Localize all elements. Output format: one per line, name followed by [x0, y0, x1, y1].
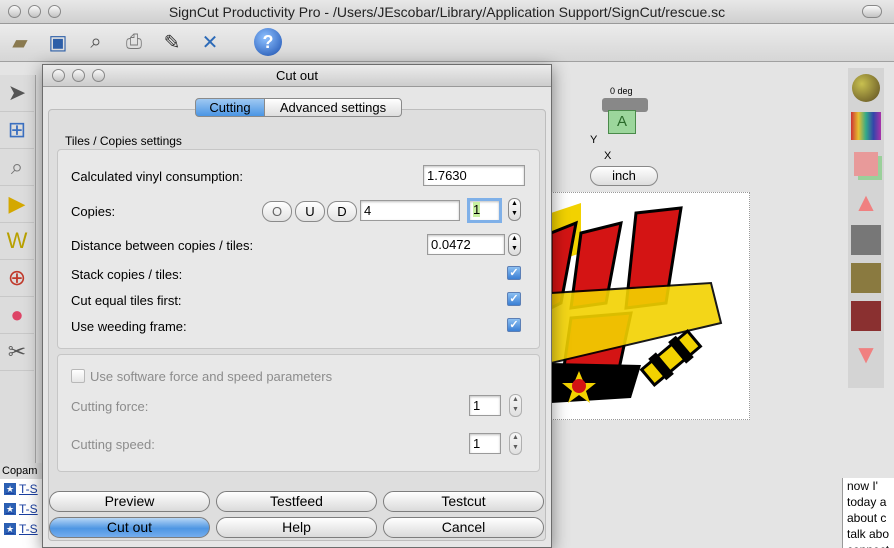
lower-panel-header: Copam — [0, 463, 44, 479]
cutting-force-field[interactable]: 1 — [469, 395, 501, 416]
list-item[interactable]: ★ T-S — [0, 479, 44, 499]
tools-icon[interactable]: ✕ — [195, 27, 225, 57]
window-titlebar: SignCut Productivity Pro - /Users/JEscob… — [0, 0, 894, 24]
cut-equal-tiles-checkbox[interactable]: ✓ — [507, 292, 521, 306]
axis-x-label: X — [604, 150, 612, 162]
star-icon: ★ — [4, 523, 16, 535]
tab-cutting[interactable]: Cutting — [195, 98, 265, 117]
list-item[interactable]: ★ T-S — [0, 519, 44, 539]
text-line: talk abo — [847, 527, 890, 541]
text-path-tool-icon[interactable]: ▶ — [0, 186, 34, 223]
stack-copies-label: Stack copies / tiles: — [71, 267, 183, 282]
cut-equal-tiles-label: Cut equal tiles first: — [71, 293, 182, 308]
right-tool-palette: ▲ ▼ — [848, 68, 884, 388]
cancel-button[interactable]: Cancel — [383, 517, 544, 538]
unit-toggle-button[interactable]: inch — [590, 166, 658, 186]
layers-icon[interactable] — [849, 146, 883, 182]
testcut-button[interactable]: Testcut — [383, 491, 544, 512]
zoom-tool-icon[interactable]: ⌕ — [0, 149, 34, 186]
gradient-icon[interactable] — [849, 108, 883, 144]
copies-stepper[interactable]: ▲ ▼ — [508, 198, 521, 221]
rotation-label: 0 deg — [610, 86, 633, 96]
scissors-tool-icon[interactable]: ✂ — [0, 334, 34, 371]
distance-label: Distance between copies / tiles: — [71, 238, 254, 253]
distance-stepper[interactable]: ▲ ▼ — [508, 233, 521, 256]
folder-open-icon[interactable]: ▰ — [5, 27, 35, 57]
save-icon[interactable]: ▣ — [43, 27, 73, 57]
crosshair-tool-icon[interactable]: ⊕ — [0, 260, 34, 297]
print-preview-icon[interactable]: ⌕ — [81, 27, 111, 57]
arrow-up-icon[interactable]: ▲ — [849, 184, 883, 220]
color-sphere-icon[interactable] — [849, 70, 883, 106]
cut-out-button[interactable]: Cut out — [49, 517, 210, 538]
text-line: today a — [847, 495, 887, 509]
cutting-speed-field[interactable]: 1 — [469, 433, 501, 454]
cutting-speed-stepper[interactable]: ▲ ▼ — [509, 432, 522, 455]
testfeed-button[interactable]: Testfeed — [216, 491, 377, 512]
left-tool-palette: ➤ ⊞ ⌕ ▶ W ⊕ ● ✂ — [0, 75, 36, 465]
copies-secondary-field[interactable]: 1 — [467, 198, 502, 223]
axis-y-label: Y — [590, 134, 598, 146]
close-window-button[interactable] — [8, 5, 21, 18]
cut-out-dialog: Cut out Cutting Advanced settings Tiles … — [42, 64, 552, 548]
vinyl-consumption-label: Calculated vinyl consumption: — [71, 169, 243, 184]
cutting-force-stepper[interactable]: ▲ ▼ — [509, 394, 522, 417]
pointer-tool-icon[interactable]: ➤ — [0, 75, 34, 112]
main-toolbar: ▰ ▣ ⌕ ⎙ ✎ ✕ ? — [0, 24, 894, 62]
olive-swatch-icon[interactable] — [849, 260, 883, 296]
design-canvas[interactable] — [550, 192, 750, 420]
signcut-logo-artwork — [551, 203, 723, 403]
help-icon[interactable]: ? — [253, 27, 283, 57]
lower-panel-list: ★ T-S ★ T-S ★ T-S — [0, 479, 44, 548]
cutting-speed-label: Cutting speed: — [71, 437, 155, 452]
toolbar-toggle-button[interactable] — [862, 5, 882, 18]
dialog-zoom-button[interactable] — [92, 69, 105, 82]
copies-label: Copies: — [71, 204, 116, 219]
dialog-title: Cut out — [276, 68, 318, 83]
dialog-minimize-button[interactable] — [72, 69, 85, 82]
gray-swatch-icon[interactable] — [849, 222, 883, 258]
software-params-checkbox[interactable] — [71, 369, 85, 383]
text-line: about c — [847, 511, 887, 525]
distance-field[interactable]: 0.0472 — [427, 234, 505, 255]
software-params-label: Use software force and speed parameters — [90, 369, 333, 384]
weeding-frame-label: Use weeding frame: — [71, 319, 187, 334]
star-icon: ★ — [4, 503, 16, 515]
stack-copies-checkbox[interactable]: ✓ — [507, 266, 521, 280]
zoom-window-button[interactable] — [48, 5, 61, 18]
copies-o-button[interactable]: O — [262, 201, 292, 222]
text-line: now I' — [847, 479, 878, 493]
vinyl-consumption-field[interactable]: 1.7630 — [423, 165, 525, 186]
red-swatch-icon[interactable] — [849, 298, 883, 334]
help-button[interactable]: Help — [216, 517, 377, 538]
dialog-close-button[interactable] — [52, 69, 65, 82]
tab-advanced-settings[interactable]: Advanced settings — [264, 98, 402, 117]
weld-tool-icon[interactable]: W — [0, 223, 34, 260]
cutting-force-label: Cutting force: — [71, 399, 149, 414]
star-icon: ★ — [4, 483, 16, 495]
window-title: SignCut Productivity Pro - /Users/JEscob… — [168, 4, 726, 20]
printer-icon[interactable]: ⎙ — [119, 27, 149, 57]
weeding-frame-checkbox[interactable]: ✓ — [507, 318, 521, 332]
copies-u-button[interactable]: U — [295, 201, 325, 222]
edit-pen-icon[interactable]: ✎ — [157, 27, 187, 57]
group-title: Tiles / Copies settings — [65, 134, 182, 148]
tile-letter: A — [608, 110, 636, 134]
minimize-window-button[interactable] — [28, 5, 41, 18]
fill-tool-icon[interactable]: ● — [0, 297, 34, 334]
dialog-titlebar: Cut out — [43, 65, 551, 87]
copies-d-button[interactable]: D — [327, 201, 357, 222]
text-line: connect — [847, 542, 894, 548]
list-item[interactable]: ★ T-S — [0, 499, 44, 519]
arrow-down-icon[interactable]: ▼ — [849, 336, 883, 372]
preview-button[interactable]: Preview — [49, 491, 210, 512]
copies-field[interactable]: 4 — [360, 200, 460, 221]
article-text-panel: now I' today a about c talk abo connect — [842, 478, 894, 548]
grid-tool-icon[interactable]: ⊞ — [0, 112, 34, 149]
